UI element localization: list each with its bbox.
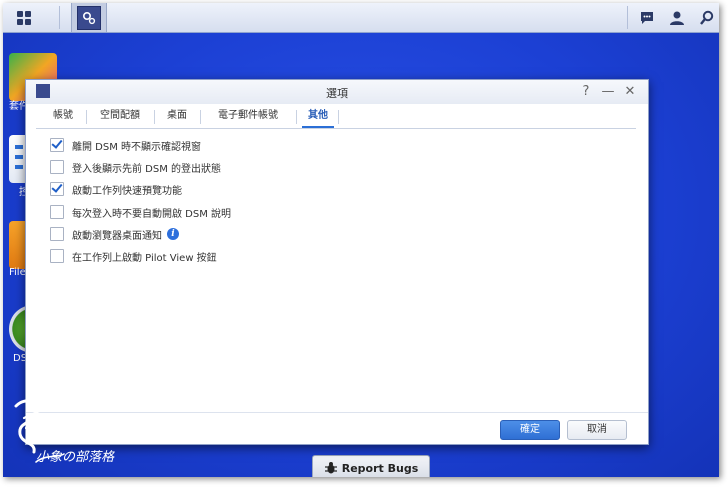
tab-others[interactable]: 其他 [302, 106, 334, 128]
option-no-exit-confirm[interactable]: 離開 DSM 時不顯示確認視窗 [50, 137, 201, 153]
option-pilot-view-button[interactable]: 在工作列上啟動 Pilot View 按鈕 [50, 248, 217, 264]
taskbar [3, 3, 719, 33]
taskbar-separator [59, 6, 60, 29]
tab-email-account[interactable]: 電子郵件帳號 [206, 106, 290, 128]
user-icon [670, 11, 684, 25]
checkbox[interactable] [50, 227, 64, 241]
option-label: 離開 DSM 時不顯示確認視窗 [72, 141, 202, 153]
grid-icon [17, 10, 31, 25]
tab-quota[interactable]: 空間配額 [92, 106, 148, 128]
option-show-last-logout[interactable]: 登入後顯示先前 DSM 的登出狀態 [50, 159, 221, 175]
chat-bubble-icon [641, 11, 653, 24]
search-icon [700, 10, 714, 25]
notifications-button[interactable] [637, 3, 657, 32]
option-label: 每次登入時不要自動開啟 DSM 說明 [72, 208, 232, 220]
checkbox[interactable] [50, 249, 64, 263]
dialog-titlebar[interactable]: 選項 ? — ✕ [26, 80, 648, 104]
desktop-icon-label: File [9, 267, 26, 278]
taskbar-options-app[interactable] [71, 3, 107, 32]
tab-separator [296, 110, 297, 124]
checkbox[interactable] [50, 160, 64, 174]
bug-icon [324, 462, 337, 474]
option-browser-notification[interactable]: 啟動瀏覽器桌面通知 i [50, 226, 179, 242]
ok-button[interactable]: 確定 [500, 420, 560, 440]
main-menu-button[interactable] [9, 3, 39, 32]
watermark-text: 小象の部落格 [36, 450, 115, 465]
cancel-button[interactable]: 取消 [567, 420, 627, 440]
minimize-button[interactable]: — [600, 83, 616, 101]
search-button[interactable] [697, 3, 717, 32]
tab-account[interactable]: 帳號 [46, 106, 80, 128]
watermark-logo: 小象の部落格 [6, 396, 126, 476]
info-icon[interactable]: i [167, 228, 179, 240]
checkbox[interactable] [50, 205, 64, 219]
gears-icon [82, 11, 96, 24]
tab-separator [154, 110, 155, 124]
help-button[interactable]: ? [578, 83, 594, 101]
close-button[interactable]: ✕ [622, 83, 638, 101]
tab-desktop[interactable]: 桌面 [160, 106, 194, 128]
checkbox-checked[interactable] [50, 138, 64, 152]
options-dialog: 選項 ? — ✕ 帳號 空間配額 桌面 電子郵件帳號 其他 離開 DSM 時不顯… [25, 79, 649, 445]
option-label: 啟動工作列快速預覽功能 [72, 185, 182, 197]
option-label: 登入後顯示先前 DSM 的登出狀態 [72, 163, 222, 175]
taskbar-separator [627, 6, 628, 29]
tab-separator [338, 110, 339, 124]
option-no-auto-help[interactable]: 每次登入時不要自動開啟 DSM 說明 [50, 204, 231, 220]
option-label: 在工作列上啟動 Pilot View 按鈕 [72, 252, 217, 264]
tab-separator [200, 110, 201, 124]
tab-bar: 帳號 空間配額 桌面 電子郵件帳號 其他 [36, 106, 636, 129]
dialog-title: 選項 [326, 87, 348, 100]
report-bugs-label: Report Bugs [341, 461, 419, 475]
report-bugs-button[interactable]: Report Bugs [312, 455, 430, 477]
checkbox-checked[interactable] [50, 182, 64, 196]
tab-separator [86, 110, 87, 124]
user-button[interactable] [667, 3, 687, 32]
options-app-icon [77, 5, 101, 30]
option-label: 啟動瀏覽器桌面通知 [72, 230, 162, 242]
option-taskbar-preview[interactable]: 啟動工作列快速預覽功能 [50, 181, 182, 197]
